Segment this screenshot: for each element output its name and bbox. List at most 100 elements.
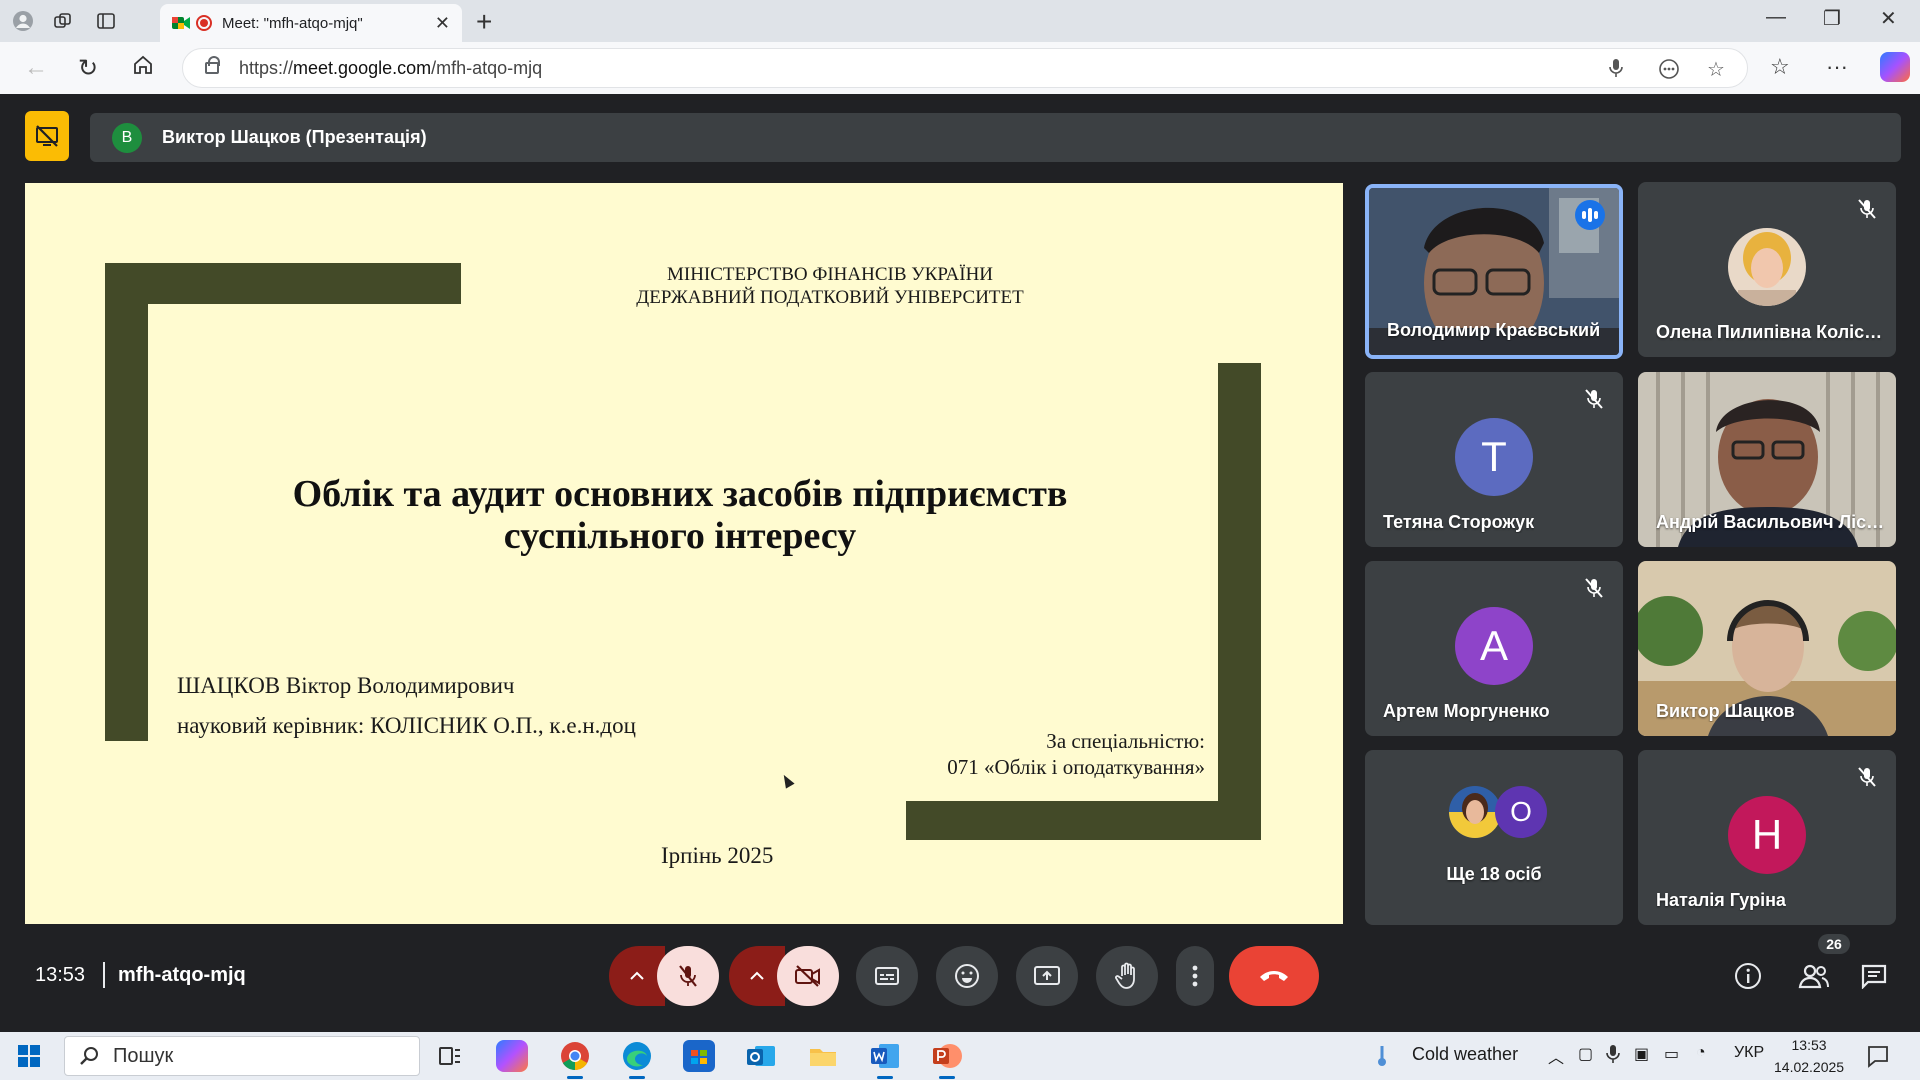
participant-name: Тетяна Сторожук xyxy=(1383,512,1535,532)
workspaces-icon[interactable] xyxy=(50,8,76,34)
close-window-icon[interactable]: ✕ xyxy=(1880,6,1897,31)
leave-call-button[interactable] xyxy=(1229,946,1319,1006)
screen-share-tray-icon[interactable]: ▣ xyxy=(1634,1044,1649,1064)
weather-text[interactable]: Cold weather xyxy=(1412,1044,1518,1065)
supervisor: науковий керівник: КОЛІСНИК О.П., к.е.н.… xyxy=(177,713,636,738)
participant-tile-0[interactable]: Володимир Краєвський xyxy=(1365,184,1623,359)
maximize-icon[interactable]: ❐ xyxy=(1823,6,1841,31)
favorites-icon[interactable]: ☆ xyxy=(1770,54,1790,80)
copilot-app-icon[interactable] xyxy=(496,1040,528,1072)
mic-off-icon xyxy=(1581,575,1607,601)
city-year: Ірпінь 2025 xyxy=(661,843,774,868)
participant-tile-4[interactable]: А Артем Моргуненко xyxy=(1365,561,1623,736)
emoji-icon xyxy=(955,964,979,988)
participant-name: Артем Моргуненко xyxy=(1383,701,1550,721)
favorite-star-icon[interactable]: ☆ xyxy=(1707,57,1725,82)
store-icon[interactable] xyxy=(683,1040,715,1072)
minimize-icon[interactable]: — xyxy=(1766,6,1786,29)
reactions-button[interactable] xyxy=(936,946,998,1006)
participant-tile-1[interactable]: Олена Пилипівна Колісник xyxy=(1638,182,1896,357)
more-options-button[interactable] xyxy=(1176,946,1214,1006)
meet-tray-icon[interactable]: ▢ xyxy=(1578,1044,1593,1064)
participant-photo xyxy=(1728,228,1806,306)
participant-tile-7[interactable]: Н Наталія Гуріна xyxy=(1638,750,1896,925)
weather-icon[interactable] xyxy=(1370,1044,1394,1073)
show-hidden-icons-icon[interactable]: ︿ xyxy=(1548,1044,1564,1068)
participant-avatar: Т xyxy=(1455,418,1533,496)
chrome-icon[interactable] xyxy=(559,1040,591,1079)
language-indicator[interactable]: УКР xyxy=(1734,1044,1764,1062)
taskbar-clock[interactable]: 13:53 14.02.2025 xyxy=(1774,1034,1844,1078)
frame-left-bar xyxy=(105,263,148,741)
raise-hand-button[interactable] xyxy=(1096,946,1158,1006)
outlook-icon[interactable] xyxy=(745,1040,777,1072)
people-button[interactable] xyxy=(1794,956,1834,996)
lock-icon[interactable] xyxy=(205,56,220,74)
battery-icon[interactable]: ▭ xyxy=(1664,1044,1679,1064)
captions-button[interactable] xyxy=(856,946,918,1006)
meeting-details-button[interactable] xyxy=(1728,956,1768,996)
presenter-label: Виктор Шацков (Презентація) xyxy=(162,127,427,147)
taskbar-search[interactable]: Пошук xyxy=(64,1036,420,1076)
wifi-icon[interactable]: ◔ xyxy=(1696,1044,1706,1062)
captions-icon xyxy=(875,967,899,985)
edge-icon[interactable] xyxy=(621,1040,653,1079)
tab-meet[interactable]: Meet: "mfh-atqo-mjq" ✕ xyxy=(160,4,462,42)
chevron-up-icon xyxy=(750,971,764,980)
presentation-slide: МІНІСТЕРСТВО ФІНАНСІВ УКРАЇНИ ДЕРЖАВНИЙ … xyxy=(25,183,1343,924)
address-bar[interactable]: https://meet.google.com/mfh-atqo-mjq ☆ xyxy=(182,48,1748,88)
mic-off-icon xyxy=(1854,764,1880,790)
participant-photo xyxy=(1449,786,1501,838)
page-actions-icon[interactable] xyxy=(1657,57,1681,87)
divider xyxy=(103,962,105,988)
search-icon xyxy=(80,1047,98,1065)
chat-icon xyxy=(1861,964,1887,989)
reload-icon[interactable]: ↻ xyxy=(78,54,98,83)
participant-name: Наталія Гуріна xyxy=(1656,890,1786,910)
camera-toggle-button[interactable] xyxy=(777,946,839,1006)
stop-presenting-button[interactable] xyxy=(25,111,69,161)
frame-top-bar xyxy=(105,263,461,304)
word-icon[interactable] xyxy=(869,1040,901,1079)
new-tab-button[interactable]: + xyxy=(476,6,492,38)
participant-tile-2[interactable]: Т Тетяна Сторожук xyxy=(1365,372,1623,547)
participant-name: Олена Пилипівна Колісник xyxy=(1656,322,1886,342)
info-icon xyxy=(1735,963,1761,989)
meeting-code: mfh-atqo-mjq xyxy=(118,964,246,986)
participant-name: Виктор Шацков xyxy=(1656,701,1795,721)
vertical-tabs-icon[interactable] xyxy=(93,8,119,34)
frame-right-bar xyxy=(1218,363,1261,840)
microphone-icon[interactable] xyxy=(1607,57,1625,85)
speaking-indicator-icon xyxy=(1575,200,1605,230)
back-icon[interactable]: ← xyxy=(24,54,48,82)
powerpoint-icon[interactable] xyxy=(931,1040,963,1079)
author-name: ШАЦКОВ Віктор Володимирович xyxy=(177,673,515,698)
mic-off-icon xyxy=(1854,196,1880,222)
tab-title: Meet: "mfh-atqo-mjq" xyxy=(222,14,363,32)
chat-button[interactable] xyxy=(1854,956,1894,996)
microphone-toggle-button[interactable] xyxy=(657,946,719,1006)
file-explorer-icon[interactable] xyxy=(807,1040,839,1072)
participant-tile-6[interactable]: О Ще 18 осіб xyxy=(1365,750,1623,925)
task-view-icon[interactable] xyxy=(434,1040,466,1072)
slide-title: Облік та аудит основних засобів підприєм… xyxy=(292,473,1068,557)
microphone-tray-icon[interactable] xyxy=(1606,1044,1620,1069)
participant-tile-5[interactable]: Виктор Шацков xyxy=(1638,561,1896,736)
start-button[interactable] xyxy=(18,1045,40,1072)
windows-taskbar: Пошук Cold weather ︿ ▢ ▣ ▭ ◔ УКР 13:53 1… xyxy=(0,1032,1920,1080)
notifications-icon[interactable] xyxy=(1866,1044,1890,1073)
close-tab-icon[interactable]: ✕ xyxy=(435,13,450,34)
present-screen-button[interactable] xyxy=(1016,946,1078,1006)
participant-name: Андрій Васильович Лісовий xyxy=(1656,512,1886,532)
people-icon xyxy=(1798,964,1829,989)
windows-logo-icon xyxy=(18,1045,40,1067)
home-icon[interactable] xyxy=(132,54,154,83)
more-vertical-icon xyxy=(1192,965,1198,987)
search-placeholder: Пошук xyxy=(113,1044,174,1067)
recording-icon xyxy=(196,15,212,31)
camera-off-icon xyxy=(795,965,820,987)
copilot-icon[interactable] xyxy=(1880,52,1910,82)
more-menu-icon[interactable]: ··· xyxy=(1826,54,1848,80)
profile-icon[interactable] xyxy=(10,8,36,34)
participant-tile-3[interactable]: Андрій Васильович Лісовий xyxy=(1638,372,1896,547)
